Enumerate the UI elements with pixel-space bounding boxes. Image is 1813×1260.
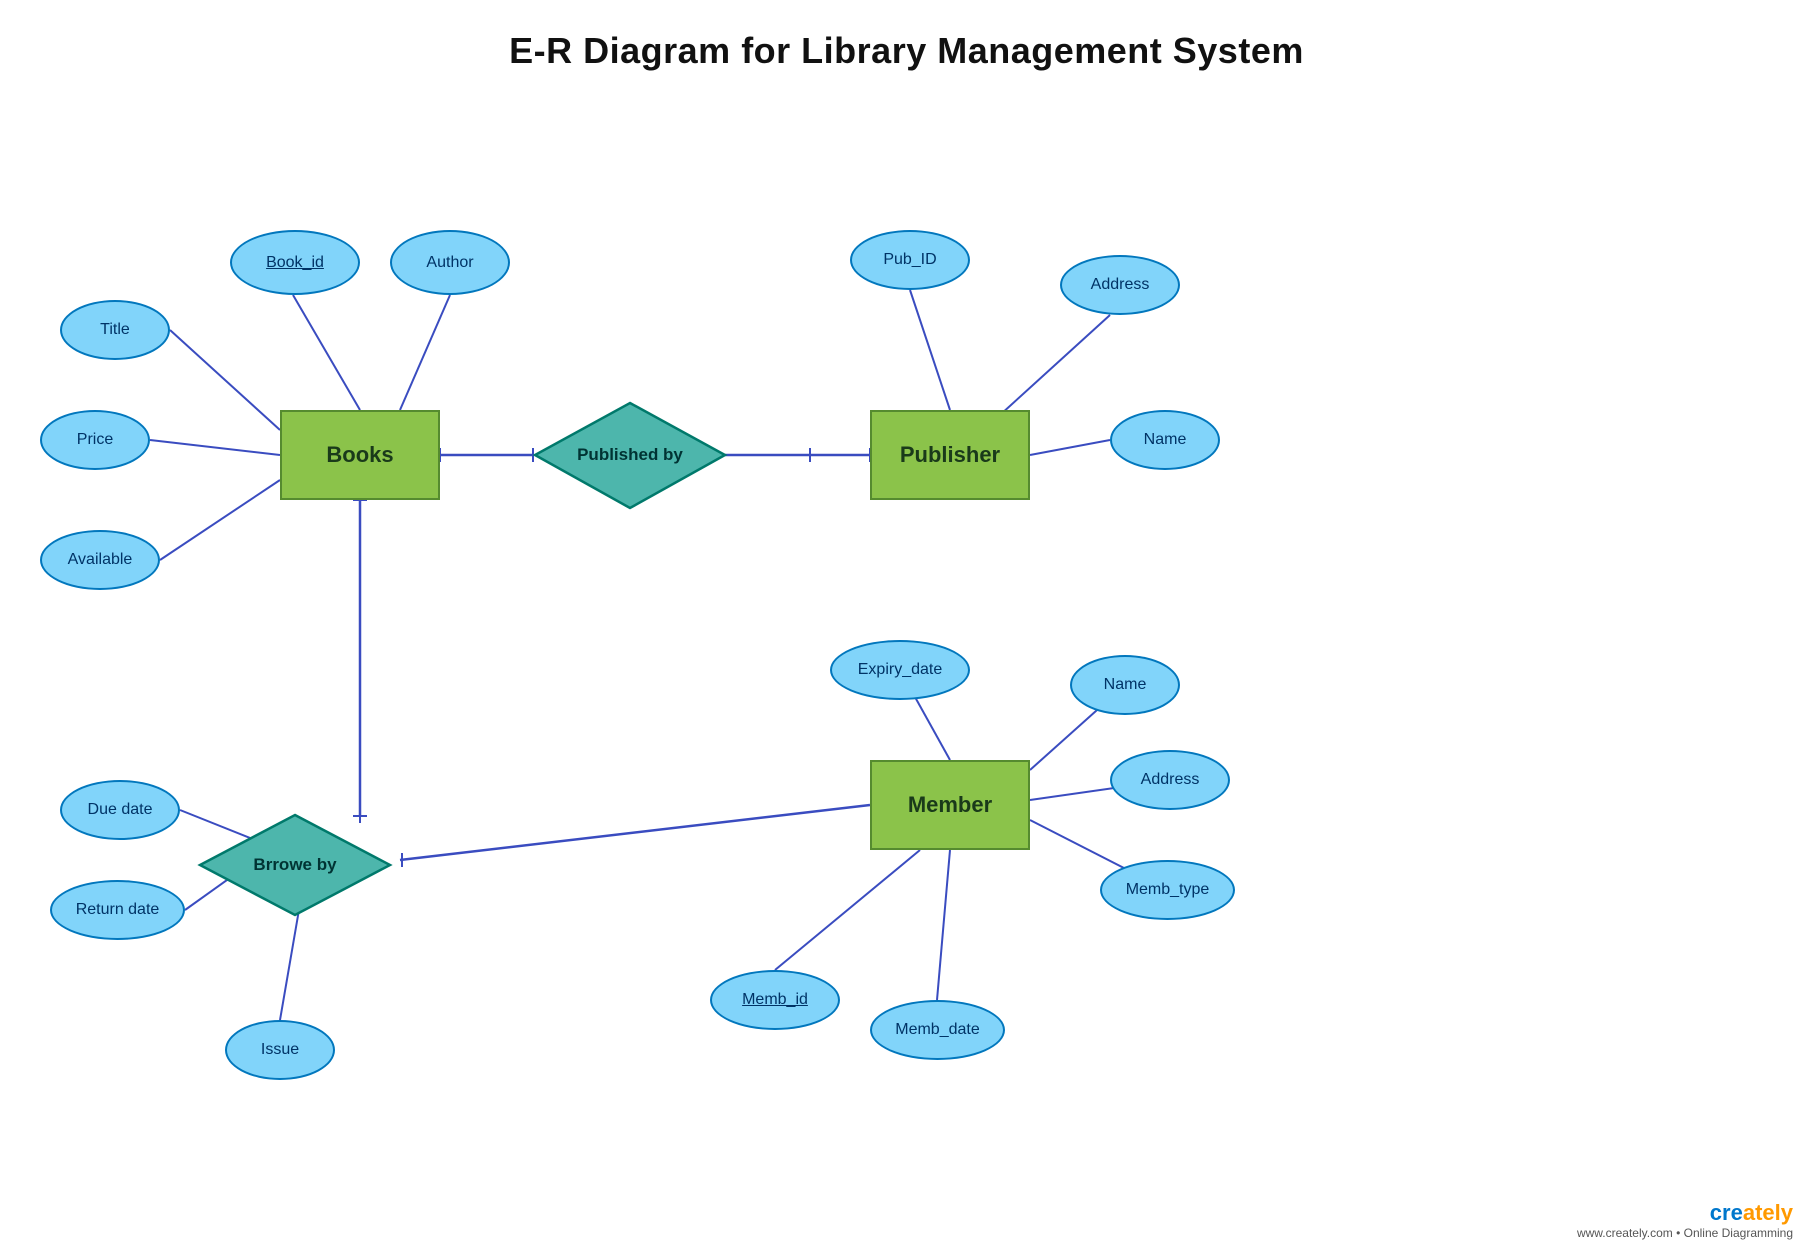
svg-text:Published by: Published by — [577, 445, 683, 464]
attr-available: Available — [40, 530, 160, 590]
brand-name: creately — [1577, 1200, 1793, 1226]
relationship-published-by: Published by — [530, 398, 730, 513]
watermark: creately www.creately.com • Online Diagr… — [1577, 1200, 1793, 1240]
entity-member: Member — [870, 760, 1030, 850]
attr-author: Author — [390, 230, 510, 295]
attr-memb-id: Memb_id — [710, 970, 840, 1030]
er-diagram: Books Publisher Member Published by Brro… — [0, 100, 1813, 1260]
attr-memb-type: Memb_type — [1100, 860, 1235, 920]
attr-address-publisher: Address — [1060, 255, 1180, 315]
attr-name-publisher: Name — [1110, 410, 1220, 470]
watermark-site: www.creately.com • Online Diagramming — [1577, 1226, 1793, 1240]
attr-issue: Issue — [225, 1020, 335, 1080]
relationship-brrowe-by: Brrowe by — [195, 810, 395, 920]
attr-book-id: Book_id — [230, 230, 360, 295]
attr-pub-id: Pub_ID — [850, 230, 970, 290]
attr-memb-date: Memb_date — [870, 1000, 1005, 1060]
attr-address-member: Address — [1110, 750, 1230, 810]
attr-title: Title — [60, 300, 170, 360]
brand-ately: ately — [1743, 1200, 1793, 1225]
svg-text:Brrowe by: Brrowe by — [253, 855, 337, 874]
diagram-title: E-R Diagram for Library Management Syste… — [0, 0, 1813, 72]
brand-cre: cre — [1710, 1200, 1743, 1225]
attr-return-date: Return date — [50, 880, 185, 940]
attr-due-date: Due date — [60, 780, 180, 840]
entity-publisher: Publisher — [870, 410, 1030, 500]
attr-expiry-date: Expiry_date — [830, 640, 970, 700]
attr-name-member: Name — [1070, 655, 1180, 715]
attr-price: Price — [40, 410, 150, 470]
entity-books: Books — [280, 410, 440, 500]
